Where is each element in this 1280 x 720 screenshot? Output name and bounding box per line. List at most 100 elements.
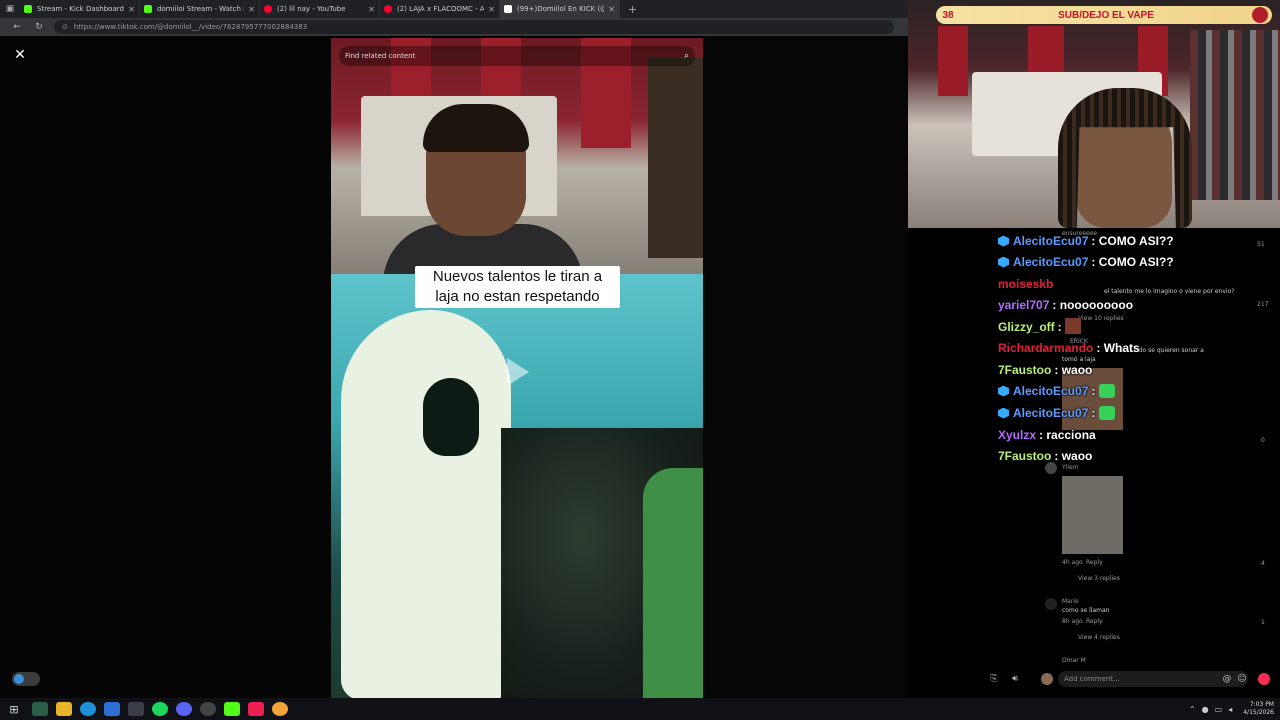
clock[interactable]: 7:03 PM 4/15/2026	[1243, 701, 1274, 717]
verified-badge-icon	[998, 235, 1009, 247]
comment-username: Yliem	[1062, 464, 1079, 471]
chat-username: Richardarmando	[998, 341, 1094, 355]
chat-username: AlecitoEcu07	[1013, 234, 1089, 248]
comment-like-count[interactable]: 51	[1257, 241, 1265, 248]
browser-tab[interactable]: domiiloi Stream - Watch Live on ✕	[140, 0, 260, 18]
chat-text: : Whats	[1096, 341, 1140, 355]
chat-text-body: waoo	[1061, 449, 1093, 463]
pen-icon[interactable]	[128, 702, 144, 716]
tab-label: (2) LAJA x FLACOOMC - ALTERA	[397, 5, 485, 13]
tiktok-favicon-icon	[504, 5, 512, 13]
chat-text-body: COMO ASI??	[1098, 255, 1174, 269]
start-icon[interactable]: ⊞	[6, 703, 22, 716]
obs-icon[interactable]	[200, 702, 216, 716]
kick-favicon-icon	[24, 5, 32, 13]
reload-icon[interactable]: ↻	[28, 22, 50, 32]
play-icon[interactable]	[507, 358, 529, 386]
view-replies-link[interactable]: View 3 replies	[1078, 575, 1120, 582]
chat-text: : COMO ASI??	[1091, 255, 1174, 269]
clock-time: 7:03 PM	[1249, 701, 1274, 708]
kick-emote-icon	[1099, 406, 1116, 420]
shelf	[648, 58, 703, 258]
youtube-favicon-icon	[384, 5, 392, 13]
terminal-icon[interactable]	[32, 702, 48, 716]
comment-username: Omar M	[1062, 657, 1086, 664]
view-replies-link[interactable]: View 10 replies	[1078, 315, 1124, 322]
avatar[interactable]	[1045, 598, 1057, 610]
chat-text: : nooooooooo	[1052, 298, 1134, 312]
search-icon[interactable]: ⌕	[684, 51, 689, 61]
green-sleeve	[643, 468, 703, 698]
toggle-switch[interactable]	[12, 672, 40, 686]
avatar[interactable]	[1041, 673, 1053, 685]
copy-icon[interactable]: ⎘	[987, 672, 1001, 686]
chat-message: AlecitoEcu07 : COMO ASI??	[998, 253, 1174, 271]
chat-text-body: waoo	[1061, 363, 1093, 377]
file-explorer-icon[interactable]	[56, 702, 72, 716]
emoji-icon[interactable]: ☺	[1235, 672, 1249, 686]
chat-text: :	[1091, 406, 1096, 420]
video-top-scene	[331, 38, 703, 284]
kick-favicon-icon	[144, 5, 152, 13]
comment-meta: 8h ago	[1062, 618, 1083, 625]
window-menu-icon[interactable]: ▣	[0, 0, 20, 18]
browser-tab[interactable]: Stream - Kick Dashboard ✕	[20, 0, 140, 18]
comment-image	[1065, 318, 1081, 334]
comment-image[interactable]	[1062, 476, 1123, 554]
video-player[interactable]: Find related content ⌕ Nuevos talentos l…	[331, 38, 703, 698]
reply-link[interactable]: Reply	[1086, 559, 1103, 566]
chat-text: :	[1091, 384, 1096, 398]
chat-text: : waoo	[1054, 449, 1093, 463]
site-info-icon[interactable]: ⊙	[62, 23, 68, 31]
edge-icon[interactable]	[80, 702, 96, 716]
browser-tab-active[interactable]: (99+)Domiilol En KICK (@domiilo ✕	[500, 0, 620, 18]
chat-text: : racciona	[1039, 428, 1096, 442]
view-replies-link[interactable]: View 4 replies	[1078, 634, 1120, 641]
close-icon[interactable]: ✕	[12, 47, 28, 63]
kick-icon[interactable]	[224, 702, 240, 716]
comment-like-count[interactable]: 217	[1257, 301, 1268, 308]
system-tray: ⌃ ● ▭ ◂ 7:03 PM 4/15/2026	[1186, 698, 1274, 720]
related-search-bar[interactable]: Find related content ⌕	[339, 46, 695, 66]
streamer-webcam: 38 SUB/DEJO EL VAPE	[908, 0, 1280, 228]
comment-like-count[interactable]: 1	[1261, 619, 1265, 626]
discord-icon[interactable]	[176, 702, 192, 716]
related-search-placeholder: Find related content	[345, 52, 416, 60]
chrome-icon[interactable]	[272, 702, 288, 716]
tab-close-icon[interactable]: ✕	[248, 5, 255, 14]
mention-icon[interactable]: @	[1220, 672, 1234, 686]
verified-badge-icon	[998, 407, 1009, 419]
clock-date: 4/15/2026	[1243, 709, 1274, 716]
chat-text-body: COMO ASI??	[1098, 234, 1174, 248]
tiktok-right-backdrop	[703, 36, 908, 698]
chat-message: AlecitoEcu07 :	[998, 404, 1116, 422]
send-icon[interactable]	[1258, 673, 1270, 685]
emote-icon	[1252, 7, 1268, 23]
tab-close-icon[interactable]: ✕	[488, 5, 495, 14]
chat-username: AlecitoEcu07	[1013, 406, 1089, 420]
reply-link[interactable]: Reply	[1086, 618, 1103, 625]
browser-tab[interactable]: (2) LAJA x FLACOOMC - ALTERA ✕	[380, 0, 500, 18]
spotify-icon[interactable]	[152, 702, 168, 716]
url-field[interactable]: ⊙ https://www.tiktok.com/@domiilol__/vid…	[54, 20, 894, 34]
network-icon[interactable]: ▭	[1215, 705, 1223, 714]
new-tab-button[interactable]: +	[620, 3, 637, 16]
speaker-icon[interactable]: ◂	[1228, 705, 1232, 714]
toggle-knob	[14, 674, 24, 684]
store-icon[interactable]	[104, 702, 120, 716]
tiktok-left-backdrop	[0, 36, 331, 698]
tab-close-icon[interactable]: ✕	[608, 5, 615, 14]
back-arrow-icon[interactable]: ←	[6, 22, 28, 32]
chat-message: Glizzy_off :	[998, 318, 1062, 336]
browser-tab[interactable]: (2) lil nay - YouTube ✕	[260, 0, 380, 18]
address-bar-row: ← ↻ ⊙ https://www.tiktok.com/@domiilol__…	[0, 18, 908, 36]
comment-like-count[interactable]: 0	[1261, 437, 1265, 444]
tiktok-icon[interactable]	[248, 702, 264, 716]
tab-close-icon[interactable]: ✕	[128, 5, 135, 14]
tab-label: (99+)Domiilol En KICK (@domiilo	[517, 5, 604, 13]
volume-icon[interactable]: 🔊︎	[1008, 672, 1022, 686]
tab-close-icon[interactable]: ✕	[368, 5, 375, 14]
chevron-up-icon[interactable]: ⌃	[1189, 705, 1196, 714]
microphone-icon[interactable]: ●	[1202, 705, 1209, 714]
comment-like-count[interactable]: 4	[1261, 560, 1265, 567]
